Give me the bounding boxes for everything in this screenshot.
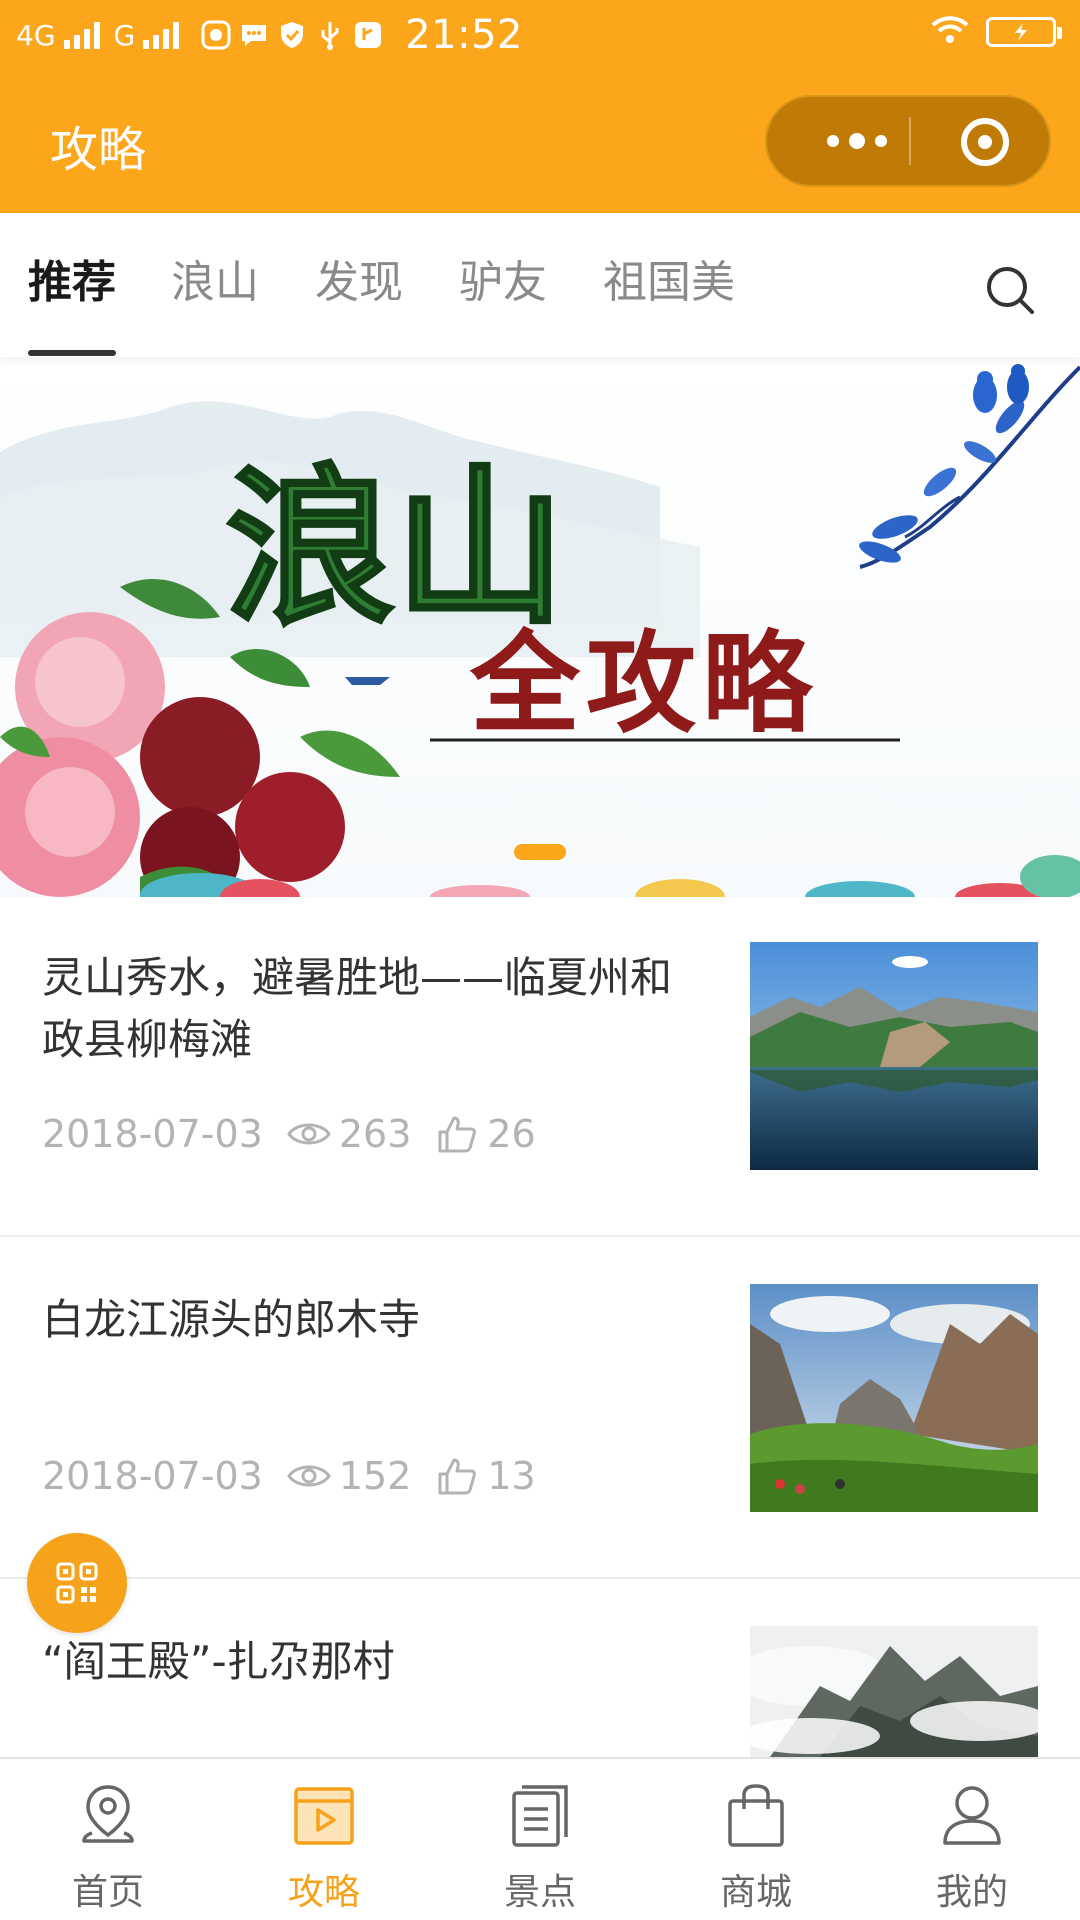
nav-item-mall[interactable]: 商城 xyxy=(648,1759,864,1920)
more-icon[interactable] xyxy=(807,97,907,185)
network-type-1: 4G xyxy=(16,18,56,52)
article-date: 2018-07-03 xyxy=(42,1454,263,1498)
nav-item-guide[interactable]: 攻略 xyxy=(216,1759,432,1920)
article-title[interactable]: 灵山秀水，避暑胜地——临夏州和政县柳梅滩 xyxy=(42,947,712,1071)
nav-label: 我的 xyxy=(935,1872,1008,1913)
tab-discover[interactable]: 发现 xyxy=(315,253,403,313)
qr-code-button[interactable] xyxy=(27,1533,127,1633)
app-header: 4G G 21:52 攻略 xyxy=(0,0,1080,213)
article-likes: 13 xyxy=(487,1454,536,1498)
nav-label: 攻略 xyxy=(287,1872,360,1913)
category-tabs: 推荐 浪山 发现 驴友 祖国美 xyxy=(0,213,1080,357)
video-icon xyxy=(294,1787,354,1845)
tab-backpackers[interactable]: 驴友 xyxy=(459,253,547,313)
article-card[interactable]: 灵山秀水，避暑胜地——临夏州和政县柳梅滩 2018-07-03 263 26 xyxy=(0,897,1080,1237)
banner-title-line2: 全攻略 xyxy=(469,620,818,748)
mini-program-capsule xyxy=(765,95,1051,187)
article-card[interactable]: 白龙江源头的郎木寺 2018-07-03 152 13 xyxy=(0,1239,1080,1579)
carousel-indicator[interactable] xyxy=(514,844,566,860)
list-icon xyxy=(512,1785,568,1847)
status-bar: 4G G 21:52 xyxy=(0,0,1080,70)
active-tab-indicator xyxy=(28,350,116,356)
nav-label: 首页 xyxy=(71,1872,144,1913)
article-date: 2018-07-03 xyxy=(42,1112,263,1156)
signal-strength-icon-2 xyxy=(143,21,180,49)
shield-icon xyxy=(277,20,307,50)
tab-langshan[interactable]: 浪山 xyxy=(171,253,259,313)
article-title[interactable]: 白龙江源头的郎木寺 xyxy=(42,1289,712,1351)
location-icon xyxy=(82,1785,134,1843)
article-meta: 2018-07-03 152 13 xyxy=(42,1454,536,1498)
user-icon xyxy=(943,1786,1001,1845)
tab-motherland[interactable]: 祖国美 xyxy=(603,253,735,313)
article-thumbnail[interactable] xyxy=(750,942,1038,1170)
views-icon xyxy=(285,1114,333,1154)
bag-icon xyxy=(728,1784,784,1847)
signal-strength-icon-1 xyxy=(63,21,100,49)
status-time: 21:52 xyxy=(405,12,523,58)
like-icon xyxy=(433,1114,481,1154)
wifi-icon xyxy=(930,14,970,50)
usb-icon xyxy=(315,20,345,50)
nav-item-profile[interactable]: 我的 xyxy=(864,1759,1080,1920)
nav-item-scenic-spots[interactable]: 景点 xyxy=(432,1759,648,1920)
article-thumbnail[interactable] xyxy=(750,1284,1038,1512)
like-icon xyxy=(433,1456,481,1496)
message-icon xyxy=(239,20,269,50)
article-views: 152 xyxy=(338,1454,412,1498)
qr-code-icon xyxy=(56,1562,98,1604)
close-target-icon[interactable] xyxy=(961,118,1009,166)
nav-label: 景点 xyxy=(503,1872,576,1913)
browser-icon xyxy=(201,20,231,50)
banner-image: 浪山 全攻略 xyxy=(0,364,1080,897)
page-title: 攻略 xyxy=(50,122,147,178)
banner-title-line1: 浪山 xyxy=(225,448,565,648)
bottom-navigation: 首页 攻略 景点 商城 我的 xyxy=(0,1757,1080,1920)
nav-label: 商城 xyxy=(719,1872,792,1913)
article-likes: 26 xyxy=(487,1112,536,1156)
usb-debug-icon xyxy=(353,20,383,50)
search-icon[interactable] xyxy=(982,262,1038,318)
article-meta: 2018-07-03 263 26 xyxy=(42,1112,536,1156)
article-title[interactable]: “阎王殿”-扎尕那村 xyxy=(42,1631,712,1693)
nav-item-home[interactable]: 首页 xyxy=(0,1759,216,1920)
battery-charging-icon xyxy=(986,17,1062,47)
article-views: 263 xyxy=(338,1112,412,1156)
views-icon xyxy=(285,1456,333,1496)
tab-recommend[interactable]: 推荐 xyxy=(28,253,116,313)
network-type-2: G xyxy=(113,18,136,52)
capsule-divider xyxy=(909,117,911,165)
article-card[interactable]: “阎王殿”-扎尕那村 xyxy=(0,1581,1080,1757)
article-thumbnail[interactable] xyxy=(750,1626,1038,1757)
banner-carousel[interactable]: 浪山 全攻略 xyxy=(0,357,1080,897)
